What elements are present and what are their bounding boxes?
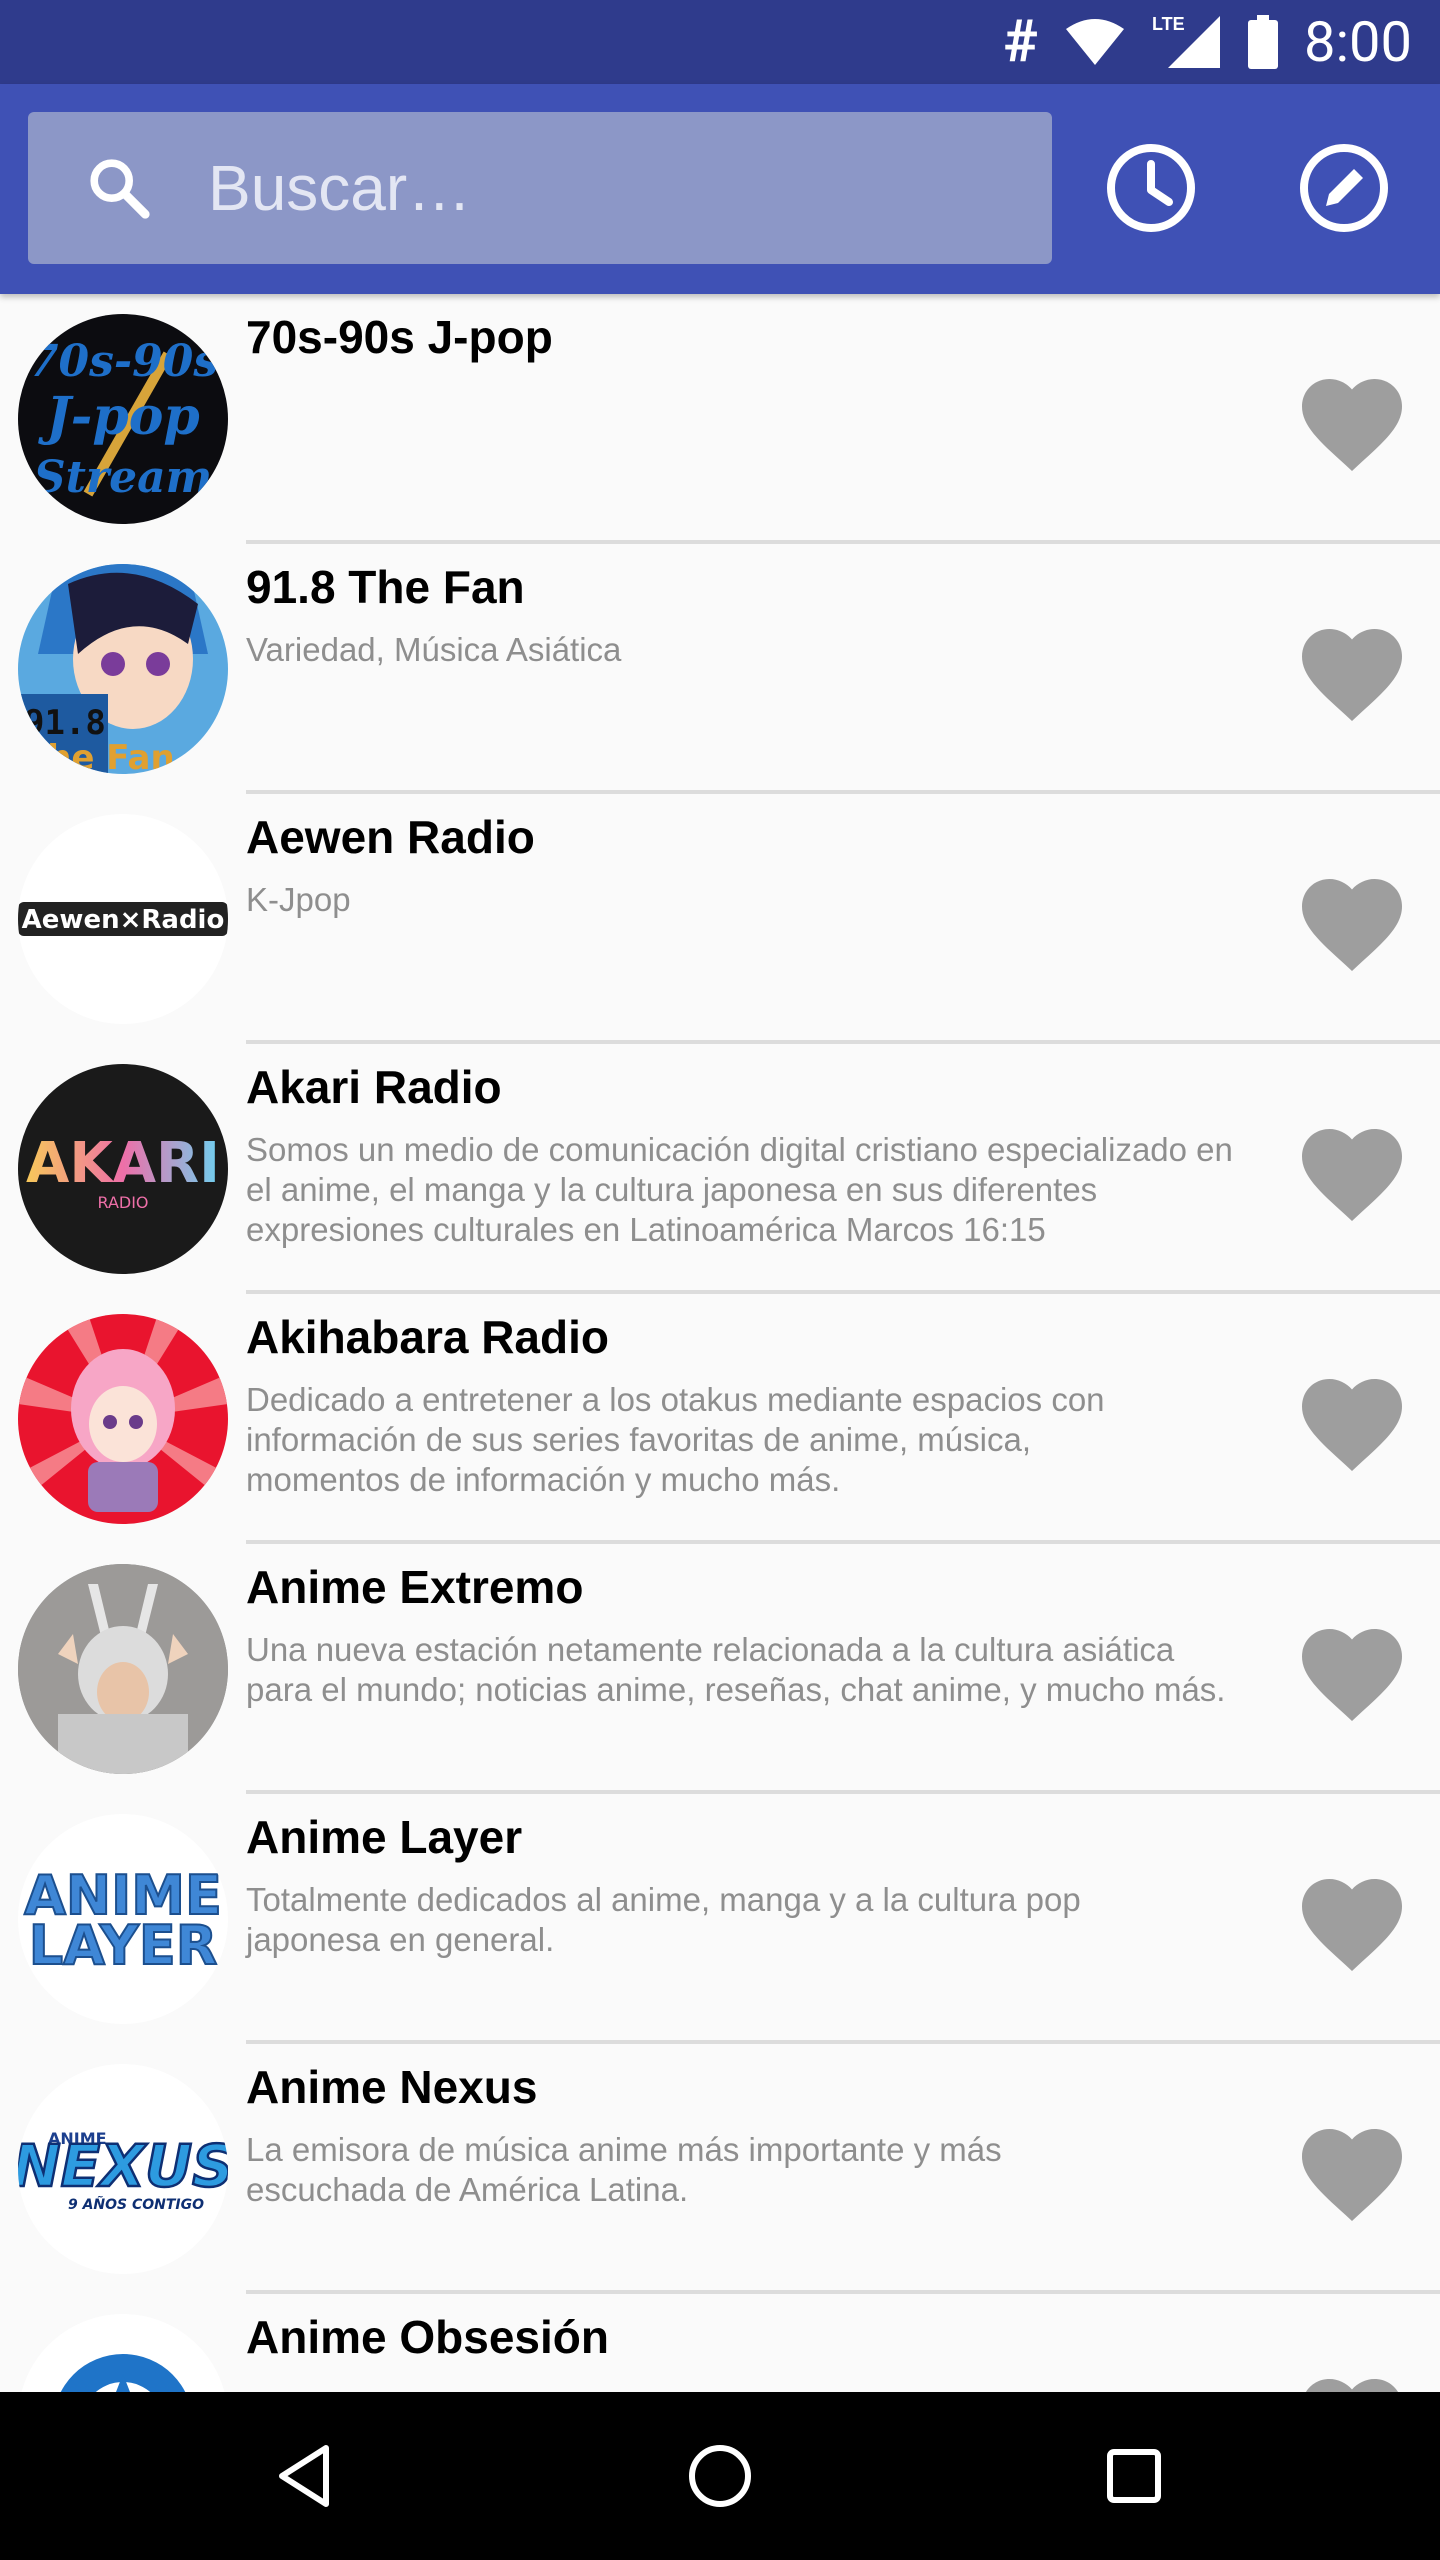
station-name: Anime Nexus (246, 2061, 538, 2113)
station-logo: ANIME LAYER (18, 1814, 228, 2024)
station-logo: Aewen×Radio (18, 814, 228, 1024)
svg-text:91.8: 91.8 (24, 703, 106, 743)
station-logo: ANIME NEXUS 9 AÑOS CONTIGO (18, 2064, 228, 2274)
station-description: Somos un medio de comunicación digital c… (246, 1131, 1233, 1248)
heart-icon[interactable] (1292, 1114, 1412, 1224)
station-name: Anime Obsesión (246, 2311, 609, 2363)
home-circle-icon[interactable] (680, 2436, 760, 2516)
wifi-icon (1066, 19, 1125, 65)
search-input[interactable] (206, 150, 990, 226)
svg-text:RADIO: RADIO (97, 1193, 148, 1212)
cell-signal-icon: LTE (1152, 14, 1221, 68)
heart-icon[interactable] (1292, 1864, 1412, 1974)
heart-icon[interactable] (1292, 864, 1412, 974)
station-logo (18, 1564, 228, 1774)
clock: 8:00 (1304, 9, 1412, 75)
station-description: Variedad, Música Asiática (246, 631, 622, 668)
station-row[interactable]: 91.8 The Fan 91.8 The Fan Variedad, Músi… (0, 544, 1440, 794)
back-triangle-icon[interactable] (266, 2436, 346, 2516)
station-logo: AKARI RADIO (18, 1064, 228, 1274)
station-description: Dedicado a entretener a los otakus media… (246, 1381, 1105, 1498)
station-description: Una nueva estación netamente relacionada… (246, 1631, 1226, 1708)
heart-icon[interactable] (1292, 364, 1412, 474)
edit-pencil-icon[interactable] (1296, 140, 1392, 236)
app-bar (0, 84, 1440, 294)
system-nav-bar (0, 2392, 1440, 2560)
station-logo (18, 2314, 228, 2392)
heart-icon[interactable] (1292, 2114, 1412, 2224)
network-type-label: LTE (1152, 14, 1185, 34)
svg-text:Aewen×Radio: Aewen×Radio (22, 905, 225, 935)
station-description: La emisora de música anime más important… (246, 2131, 1002, 2208)
heart-icon[interactable] (1292, 1614, 1412, 1724)
station-name: Anime Layer (246, 1811, 523, 1863)
svg-text:9 AÑOS CONTIGO: 9 AÑOS CONTIGO (68, 2196, 204, 2213)
station-description: K-Jpop (246, 881, 351, 918)
station-logo: 91.8 The Fan (18, 564, 228, 774)
station-name: 91.8 The Fan (246, 561, 525, 613)
station-row[interactable]: ANIME NEXUS 9 AÑOS CONTIGO Anime Nexus L… (0, 2044, 1440, 2294)
svg-text:AKARI: AKARI (26, 1131, 220, 1196)
search-box[interactable] (28, 112, 1052, 264)
history-clock-icon[interactable] (1103, 140, 1199, 236)
station-name: Aewen Radio (246, 811, 535, 863)
status-icons: # LTE 8:00 (1004, 0, 1412, 84)
station-row[interactable]: Anime Obsesión (0, 2294, 1440, 2392)
svg-text:Stream: Stream (34, 452, 212, 503)
signal-symbol: # (1003, 8, 1039, 76)
station-row[interactable]: ANIME LAYER Anime Layer Totalmente dedic… (0, 1794, 1440, 2044)
battery-icon (1248, 15, 1279, 69)
station-name: Akari Radio (246, 1061, 502, 1113)
station-logo (18, 1314, 228, 1524)
station-name: Anime Extremo (246, 1561, 584, 1613)
station-row[interactable]: Anime Extremo Una nueva estación netamen… (0, 1544, 1440, 1794)
station-row[interactable]: AKARI RADIO Akari Radio Somos un medio d… (0, 1044, 1440, 1294)
station-row[interactable]: 70s-90s J-pop Stream 70s-90s J-pop (0, 294, 1440, 544)
station-name: Akihabara Radio (246, 1311, 609, 1363)
status-bar: # LTE 8:00 (0, 0, 1440, 84)
svg-text:J-pop: J-pop (37, 386, 200, 447)
heart-icon[interactable] (1292, 1364, 1412, 1474)
station-name: 70s-90s J-pop (246, 311, 553, 363)
station-row[interactable]: Aewen×Radio Aewen Radio K-Jpop (0, 794, 1440, 1044)
svg-text:The Fan: The Fan (24, 738, 175, 774)
svg-text:LAYER: LAYER (29, 1914, 218, 1977)
heart-icon[interactable] (1292, 2364, 1412, 2392)
station-list[interactable]: 70s-90s J-pop Stream 70s-90s J-pop 91.8 (0, 294, 1440, 2392)
recents-square-icon[interactable] (1094, 2436, 1174, 2516)
svg-text:70s-90s: 70s-90s (28, 336, 218, 387)
station-row[interactable]: Akihabara Radio Dedicado a entretener a … (0, 1294, 1440, 1544)
station-description: Totalmente dedicados al anime, manga y a… (246, 1881, 1081, 1958)
heart-icon[interactable] (1292, 614, 1412, 724)
station-logo: 70s-90s J-pop Stream (18, 314, 228, 524)
svg-text:NEXUS: NEXUS (18, 2132, 228, 2200)
search-icon (90, 159, 150, 219)
